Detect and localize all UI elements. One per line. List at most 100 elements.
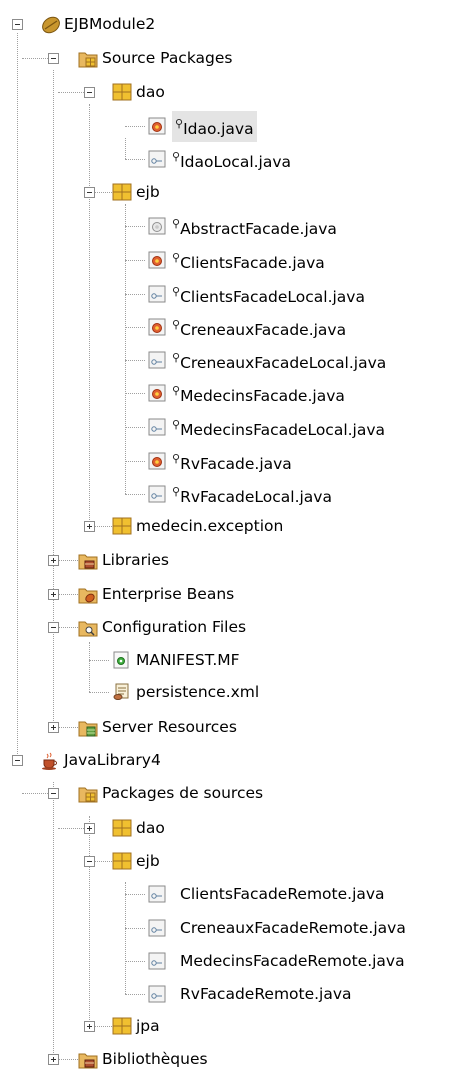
tree-node-libraries[interactable]: Libraries: [78, 547, 169, 573]
lock-icon: ⚲: [172, 350, 181, 364]
collapse-toggle[interactable]: [84, 187, 95, 198]
tree-file-medecinsfacade[interactable]: ⚲MedecinsFacade.java: [148, 380, 345, 406]
file-name: MedecinsFacadeLocal.java: [180, 420, 386, 439]
collapse-toggle[interactable]: [48, 53, 59, 64]
java-interface-icon: [148, 418, 166, 436]
expand-toggle[interactable]: [84, 521, 95, 532]
package-icon: [112, 852, 132, 870]
tree-node-ejb-module[interactable]: EJBModule2: [40, 11, 155, 37]
package-icon: [112, 1017, 132, 1035]
tree-node-label: EJBModule2: [64, 15, 156, 33]
file-name: MedecinsFacadeRemote.java: [180, 952, 405, 970]
lock-icon: ⚲: [172, 284, 181, 298]
expand-toggle[interactable]: [48, 589, 59, 600]
file-name: Idao.java: [183, 119, 254, 138]
tree-file-creneauxfacadelocal[interactable]: ⚲CreneauxFacadeLocal.java: [148, 347, 386, 373]
tree-node-package-jpa[interactable]: jpa: [112, 1013, 160, 1039]
libraries-icon: [78, 551, 98, 570]
tree-file-creneauxfacade[interactable]: ⚲CreneauxFacade.java: [148, 314, 346, 340]
tree-node-package-dao[interactable]: dao: [112, 79, 165, 105]
tree-file-medecinsfacaderemote[interactable]: MedecinsFacadeRemote.java: [148, 948, 405, 974]
file-name: AbstractFacade.java: [180, 219, 337, 238]
file-name: persistence.xml: [136, 683, 260, 701]
tree-node-label: jpa: [136, 1017, 160, 1035]
tree-file-rvfacadelocal[interactable]: ⚲RvFacadeLocal.java: [148, 481, 332, 507]
tree-node-packages-de-sources[interactable]: Packages de sources: [78, 780, 263, 806]
tree-file-abstractfacade[interactable]: ⚲AbstractFacade.java: [148, 213, 337, 239]
file-name: RvFacade.java: [180, 454, 292, 473]
tree-node-label: ejb: [136, 852, 160, 870]
java-interface-icon: [148, 985, 166, 1003]
tree-node-java-library[interactable]: JavaLibrary4: [40, 747, 161, 773]
lock-icon: ⚲: [172, 216, 181, 230]
libraries-icon: [78, 1050, 98, 1069]
lock-icon: ⚲: [172, 484, 181, 498]
tree-file-rvfacade[interactable]: ⚲RvFacade.java: [148, 448, 292, 474]
lock-icon: ⚲: [172, 417, 181, 431]
tree-node-enterprise-beans[interactable]: Enterprise Beans: [78, 581, 234, 607]
lock-icon: ⚲: [172, 149, 181, 163]
tree-file-manifest[interactable]: MANIFEST.MF: [112, 647, 240, 673]
collapse-toggle[interactable]: [48, 622, 59, 633]
source-packages-icon: [78, 784, 98, 803]
selected-item-label: ⚲Idao.java: [172, 110, 257, 142]
file-name: CreneauxFacadeLocal.java: [180, 353, 387, 372]
tree-node-package-ejb[interactable]: ejb: [112, 179, 160, 205]
tree-node-label: Enterprise Beans: [102, 585, 235, 603]
collapse-toggle[interactable]: [12, 755, 23, 766]
tree-file-clientsfacade[interactable]: ⚲ClientsFacade.java: [148, 247, 325, 273]
file-name: CreneauxFacadeRemote.java: [180, 919, 406, 937]
tree-node-bibliotheques[interactable]: Bibliothèques: [78, 1046, 208, 1072]
tree-node-configuration-files[interactable]: Configuration Files: [78, 614, 246, 640]
file-name: IdaoLocal.java: [180, 152, 292, 171]
tree-node-label: dao: [136, 819, 165, 837]
file-name: CreneauxFacade.java: [180, 320, 347, 339]
persistence-xml-icon: [112, 683, 130, 701]
source-packages-icon: [78, 49, 98, 68]
enterprise-beans-icon: [78, 585, 98, 604]
tree-node-label: Bibliothèques: [102, 1050, 208, 1068]
java-class-icon: [148, 384, 166, 402]
server-resources-icon: [78, 718, 98, 737]
configuration-files-icon: [78, 618, 98, 637]
collapse-toggle[interactable]: [48, 788, 59, 799]
expand-toggle[interactable]: [48, 555, 59, 566]
tree-file-clientsfacaderemote[interactable]: ClientsFacadeRemote.java: [148, 881, 385, 907]
tree-file-clientsfacadelocal[interactable]: ⚲ClientsFacadeLocal.java: [148, 281, 365, 307]
lock-icon: ⚲: [172, 383, 181, 397]
file-name: ClientsFacadeLocal.java: [180, 287, 365, 306]
tree-node-package-dao-2[interactable]: dao: [112, 815, 165, 841]
tree-node-label: medecin.exception: [136, 517, 284, 535]
expand-toggle[interactable]: [84, 823, 95, 834]
tree-file-idaolocal[interactable]: ⚲IdaoLocal.java: [148, 146, 291, 172]
tree-node-server-resources[interactable]: Server Resources: [78, 714, 237, 740]
java-interface-icon: [148, 485, 166, 503]
java-interface-icon: [148, 952, 166, 970]
tree-file-creneauxfacaderemote[interactable]: CreneauxFacadeRemote.java: [148, 915, 406, 941]
expand-toggle[interactable]: [48, 722, 59, 733]
tree-file-persistence[interactable]: persistence.xml: [112, 679, 259, 705]
lock-icon: ⚲: [172, 451, 181, 465]
collapse-toggle[interactable]: [12, 19, 23, 30]
tree-node-label: ejb: [136, 183, 160, 201]
collapse-toggle[interactable]: [84, 87, 95, 98]
expand-toggle[interactable]: [48, 1054, 59, 1065]
java-interface-icon: [148, 285, 166, 303]
file-name: RvFacadeRemote.java: [180, 985, 352, 1003]
collapse-toggle[interactable]: [84, 856, 95, 867]
tree-file-idao[interactable]: ⚲Idao.java: [148, 110, 257, 142]
tree-node-source-packages[interactable]: Source Packages: [78, 45, 233, 71]
tree-file-rvfacaderemote[interactable]: RvFacadeRemote.java: [148, 981, 352, 1007]
file-name: RvFacadeLocal.java: [180, 487, 332, 506]
expand-toggle[interactable]: [84, 1021, 95, 1032]
lock-icon: ⚲: [175, 116, 184, 130]
tree-node-label: JavaLibrary4: [64, 751, 161, 769]
java-interface-icon: [148, 919, 166, 937]
tree-file-medecinsfacadelocal[interactable]: ⚲MedecinsFacadeLocal.java: [148, 414, 385, 440]
tree-node-package-medecin-exception[interactable]: medecin.exception: [112, 513, 283, 539]
file-name: ClientsFacade.java: [180, 253, 325, 272]
java-cup-icon: [40, 751, 58, 770]
java-class-icon: [148, 318, 166, 336]
tree-node-package-ejb-2[interactable]: ejb: [112, 848, 160, 874]
file-name: MedecinsFacade.java: [180, 386, 345, 405]
